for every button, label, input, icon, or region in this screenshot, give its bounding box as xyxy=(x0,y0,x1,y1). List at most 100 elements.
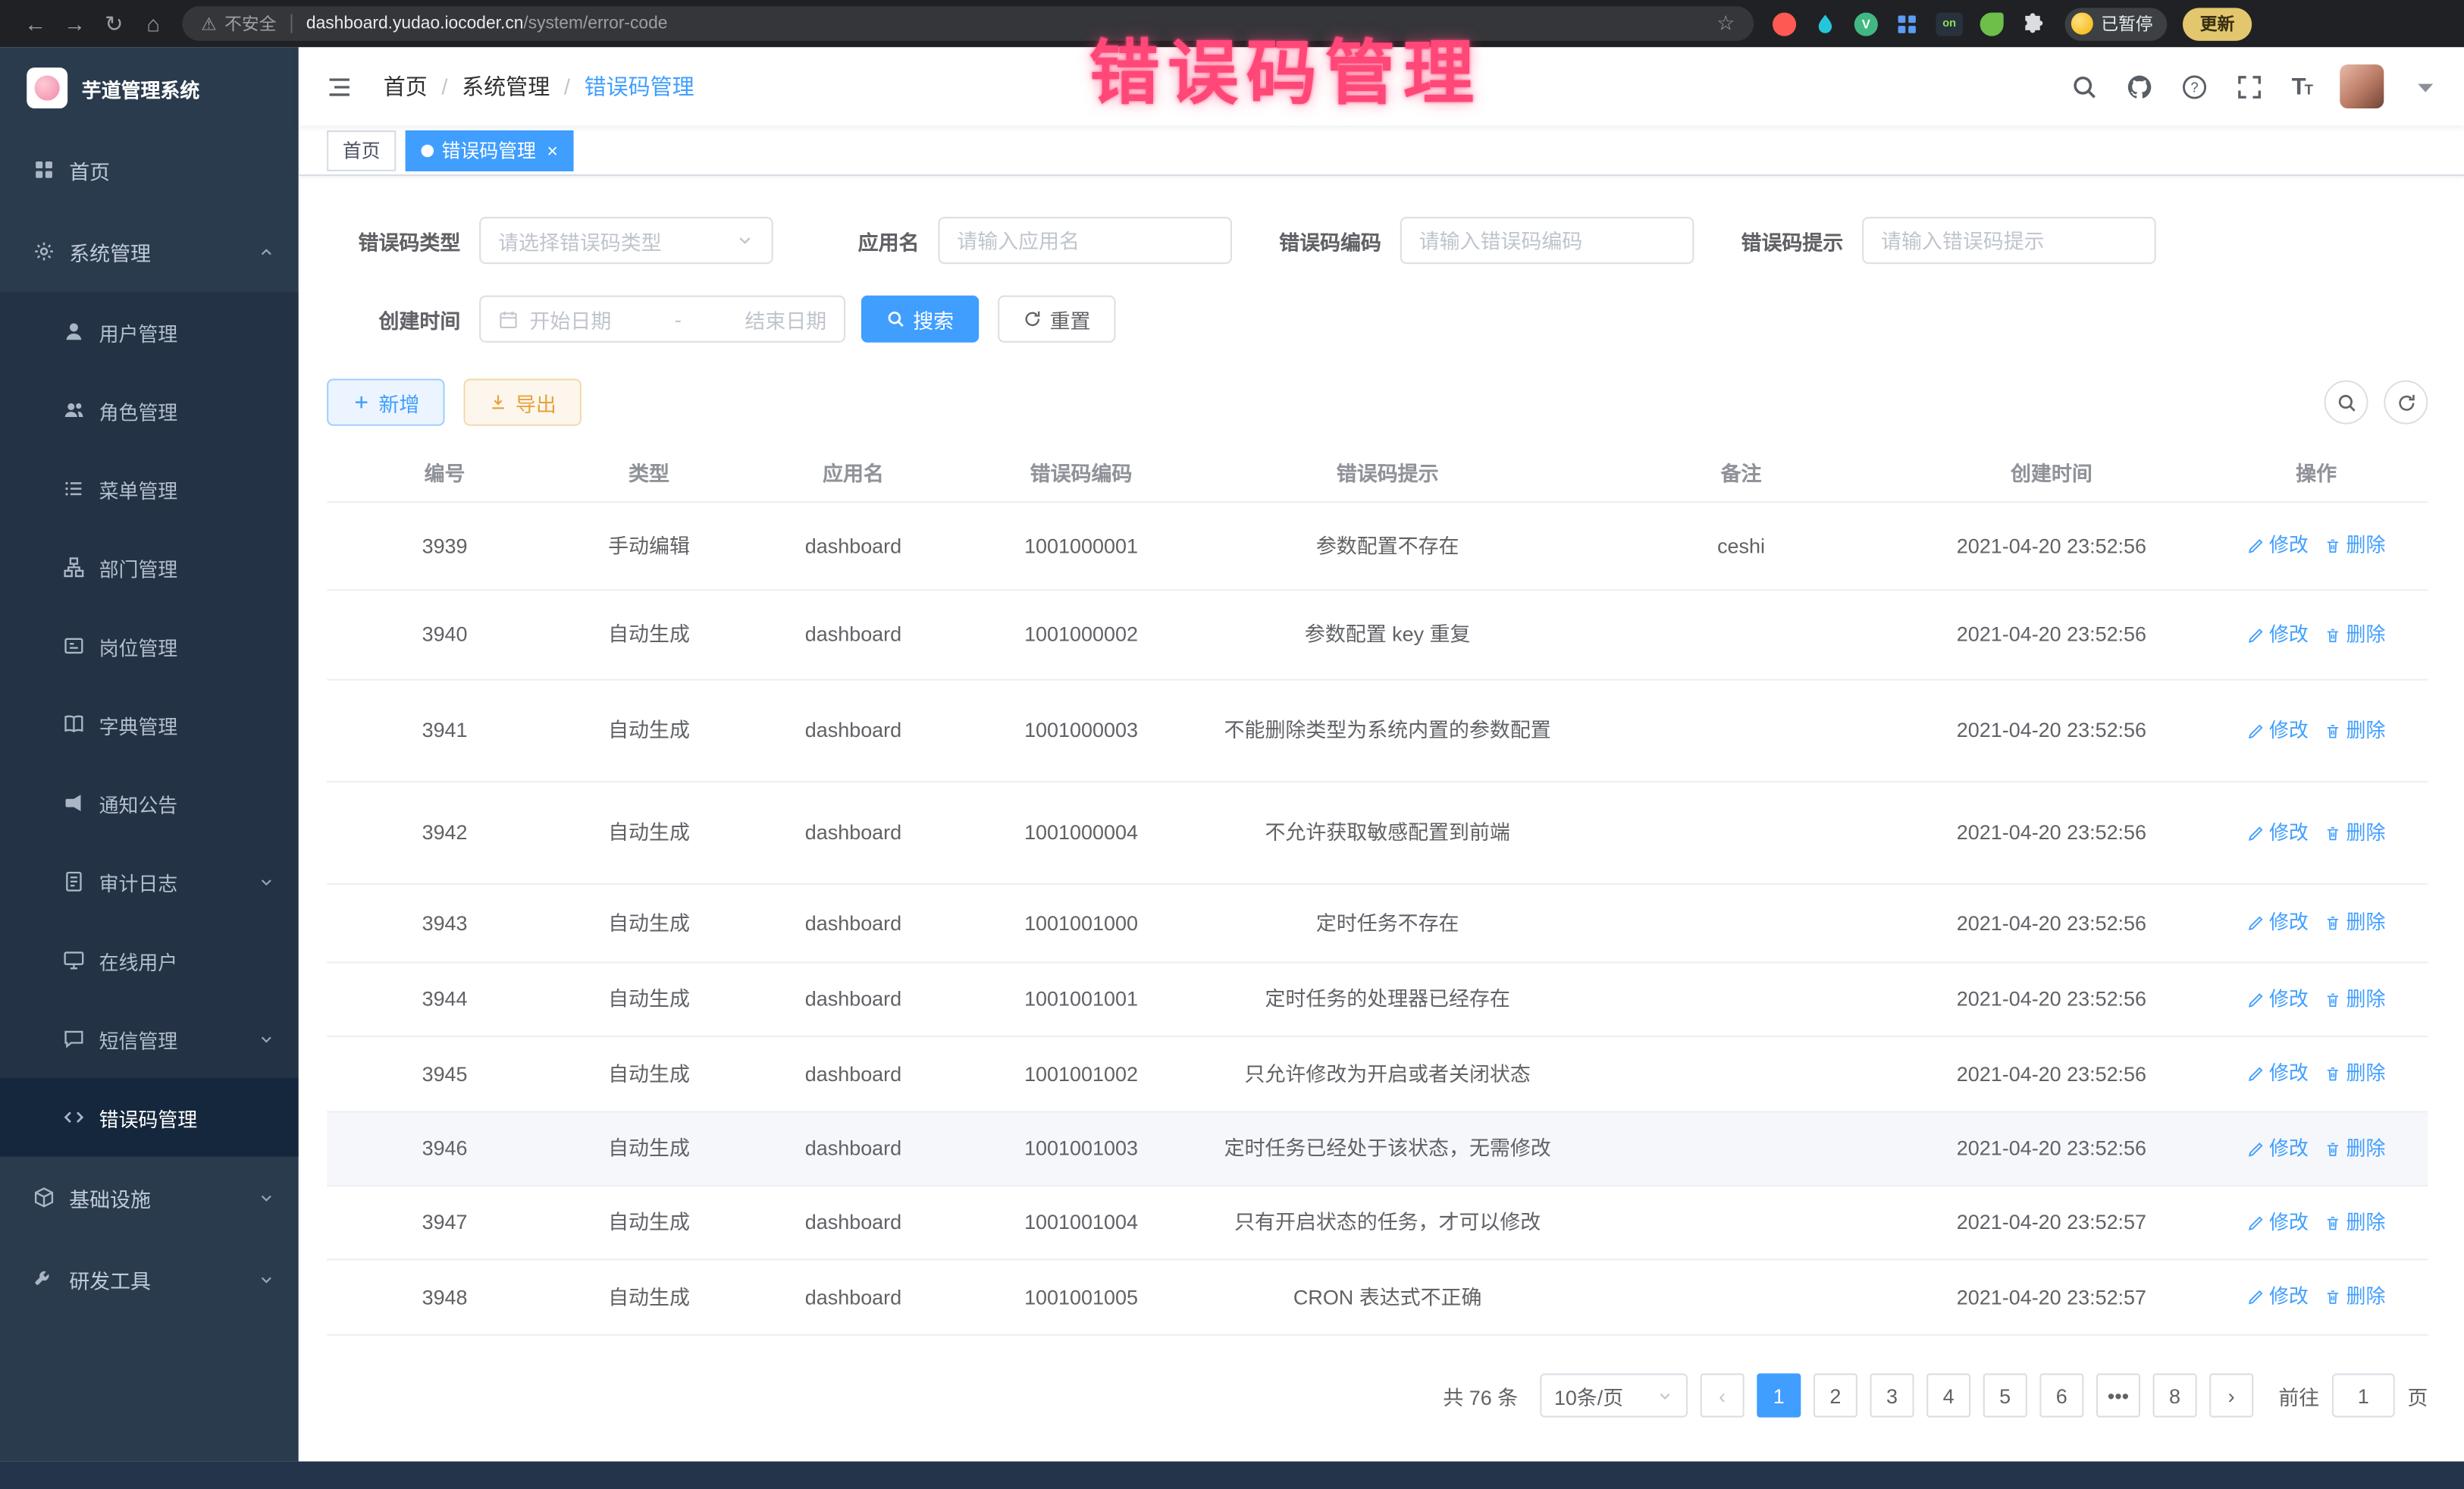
export-button[interactable]: 导出 xyxy=(463,379,581,426)
browser-home-icon[interactable]: ⌂ xyxy=(133,11,173,36)
prev-page-button[interactable]: ‹ xyxy=(1701,1374,1745,1418)
delete-link[interactable]: 删除 xyxy=(2324,908,2386,938)
sidebar-logo-row[interactable]: 芋道管理系统 xyxy=(0,47,299,129)
sidebar-item-post[interactable]: 岗位管理 xyxy=(0,607,299,685)
sidebar-item-online-user[interactable]: 在线用户 xyxy=(0,921,299,1000)
sidebar-item-infra[interactable]: 基础设施 xyxy=(0,1157,299,1239)
pager-more-button[interactable]: ••• xyxy=(2096,1374,2140,1418)
page-button-3[interactable]: 3 xyxy=(1870,1374,1914,1418)
extension-icon-drop[interactable] xyxy=(1814,12,1837,36)
edit-link[interactable]: 修改 xyxy=(2247,531,2309,561)
refresh-table-button[interactable] xyxy=(2384,381,2428,425)
hamburger-icon[interactable] xyxy=(324,73,355,99)
delete-link[interactable]: 删除 xyxy=(2324,1134,2386,1164)
github-icon[interactable] xyxy=(2127,73,2153,99)
sidebar-item-dept[interactable]: 部门管理 xyxy=(0,528,299,607)
browser-forward-icon[interactable]: → xyxy=(55,11,95,36)
edit-link[interactable]: 修改 xyxy=(2247,716,2309,745)
page-button-2[interactable]: 2 xyxy=(1814,1374,1857,1418)
table-row[interactable]: 3947自动生成dashboard1001001004只有开启状态的任务，才可以… xyxy=(327,1186,2428,1260)
chevron-down-icon[interactable] xyxy=(2412,73,2439,99)
date-range-picker[interactable]: 开始日期 - 结束日期 xyxy=(479,296,845,343)
extension-icon-leaf[interactable] xyxy=(1980,12,2004,36)
sidebar-item-error-code[interactable]: 错误码管理 xyxy=(0,1078,299,1157)
delete-link[interactable]: 删除 xyxy=(2324,531,2386,561)
sidebar-item-dev-tools[interactable]: 研发工具 xyxy=(0,1238,299,1320)
error-type-select[interactable]: 请选择错误码类型 xyxy=(479,217,773,264)
extension-icon-vue[interactable]: V xyxy=(1854,12,1878,36)
app-name-input[interactable] xyxy=(938,217,1232,264)
sidebar-item-sms[interactable]: 短信管理 xyxy=(0,999,299,1078)
bookmark-star-icon[interactable]: ☆ xyxy=(1716,11,1735,36)
page-button-1[interactable]: 1 xyxy=(1757,1374,1801,1418)
extension-icon-grid[interactable] xyxy=(1895,12,1919,36)
delete-link[interactable]: 删除 xyxy=(2324,1059,2386,1089)
delete-link[interactable]: 删除 xyxy=(2324,1208,2386,1237)
help-icon[interactable]: ? xyxy=(2182,73,2209,99)
table-row[interactable]: 3939手动编辑dashboard1001000001参数配置不存在ceshi2… xyxy=(327,503,2428,591)
toggle-search-button[interactable] xyxy=(2324,381,2368,425)
reset-button[interactable]: 重置 xyxy=(998,296,1115,343)
puzzle-extensions-icon[interactable] xyxy=(2020,12,2044,36)
edit-link[interactable]: 修改 xyxy=(2247,1283,2309,1312)
sidebar-item-user[interactable]: 用户管理 xyxy=(0,293,299,371)
delete-link[interactable]: 删除 xyxy=(2324,1283,2386,1312)
fullscreen-icon[interactable] xyxy=(2237,73,2263,99)
delete-link[interactable]: 删除 xyxy=(2324,818,2386,848)
sidebar-item-label: 短信管理 xyxy=(99,1023,178,1053)
edit-link[interactable]: 修改 xyxy=(2247,818,2309,848)
table-row[interactable]: 3948自动生成dashboard1001001005CRON 表达式不正确20… xyxy=(327,1260,2428,1335)
font-size-icon[interactable]: TT xyxy=(2292,73,2312,99)
error-code-input[interactable] xyxy=(1400,217,1694,264)
edit-link[interactable]: 修改 xyxy=(2247,1059,2309,1089)
tab-error-code[interactable]: 错误码管理× xyxy=(406,130,574,171)
sidebar-item-notice[interactable]: 通知公告 xyxy=(0,763,299,842)
table-row[interactable]: 3942自动生成dashboard1001000004不允许获取敏感配置到前端2… xyxy=(327,782,2428,885)
sidebar-item-system[interactable]: 系统管理 xyxy=(0,211,299,293)
breadcrumb-item[interactable]: 系统管理 xyxy=(462,71,550,102)
table-row[interactable]: 3946自动生成dashboard1001001003定时任务已经处于该状态，无… xyxy=(327,1112,2428,1186)
page-button-5[interactable]: 5 xyxy=(1983,1374,2027,1418)
sidebar-item-menu[interactable]: 菜单管理 xyxy=(0,450,299,528)
table-row[interactable]: 3940自动生成dashboard1001000002参数配置 key 重复20… xyxy=(327,591,2428,680)
edit-link[interactable]: 修改 xyxy=(2247,1208,2309,1237)
delete-link[interactable]: 删除 xyxy=(2324,985,2386,1014)
extension-icon-on-badge[interactable]: on xyxy=(1936,12,1963,36)
avatar[interactable] xyxy=(2340,64,2384,108)
delete-link[interactable]: 删除 xyxy=(2324,716,2386,745)
navbar: 首页/系统管理/错误码管理 ? TT xyxy=(299,47,2464,126)
sidebar-item-dict[interactable]: 字典管理 xyxy=(0,685,299,764)
table-row[interactable]: 3941自动生成dashboard1001000003不能删除类型为系统内置的参… xyxy=(327,680,2428,782)
table-row[interactable]: 3945自动生成dashboard1001001002只允许修改为开启或者关闭状… xyxy=(327,1037,2428,1112)
sidebar-item-audit-log[interactable]: 审计日志 xyxy=(0,842,299,921)
page-size-select[interactable]: 10条/页 xyxy=(1540,1374,1688,1418)
close-tab-icon[interactable]: × xyxy=(547,141,558,160)
sidebar-item-role[interactable]: 角色管理 xyxy=(0,371,299,450)
edit-link[interactable]: 修改 xyxy=(2247,908,2309,938)
edit-link[interactable]: 修改 xyxy=(2247,985,2309,1014)
search-icon[interactable] xyxy=(2071,73,2098,99)
tab-home[interactable]: 首页 xyxy=(327,130,396,171)
table-row[interactable]: 3944自动生成dashboard1001001001定时任务的处理器已经存在2… xyxy=(327,964,2428,1037)
edit-link[interactable]: 修改 xyxy=(2247,620,2309,650)
table-row[interactable]: 3943自动生成dashboard1001001000定时任务不存在2021-0… xyxy=(327,885,2428,964)
goto-page-input[interactable] xyxy=(2332,1374,2395,1418)
browser-back-icon[interactable]: ← xyxy=(16,11,55,36)
edit-link[interactable]: 修改 xyxy=(2247,1134,2309,1164)
profile-paused-badge[interactable]: 已暂停 xyxy=(2065,7,2168,40)
page-button-4[interactable]: 4 xyxy=(1926,1374,1970,1418)
chevron-down-icon xyxy=(258,1189,275,1206)
browser-update-button[interactable]: 更新 xyxy=(2183,7,2252,40)
search-button[interactable]: 搜索 xyxy=(861,296,979,343)
extension-icon-red[interactable] xyxy=(1773,12,1796,36)
error-hint-input[interactable] xyxy=(1862,217,2156,264)
sidebar-item-home[interactable]: 首页 xyxy=(0,129,299,211)
address-bar[interactable]: ⚠ 不安全 dashboard.yudao.iocoder.cn/system/… xyxy=(182,6,1754,41)
page-button-6[interactable]: 6 xyxy=(2039,1374,2083,1418)
breadcrumb-item[interactable]: 首页 xyxy=(384,71,428,102)
page-button-8[interactable]: 8 xyxy=(2153,1374,2197,1418)
add-button[interactable]: 新增 xyxy=(327,379,444,426)
delete-link[interactable]: 删除 xyxy=(2324,620,2386,650)
next-page-button[interactable]: › xyxy=(2209,1374,2253,1418)
browser-reload-icon[interactable]: ↻ xyxy=(94,10,133,36)
